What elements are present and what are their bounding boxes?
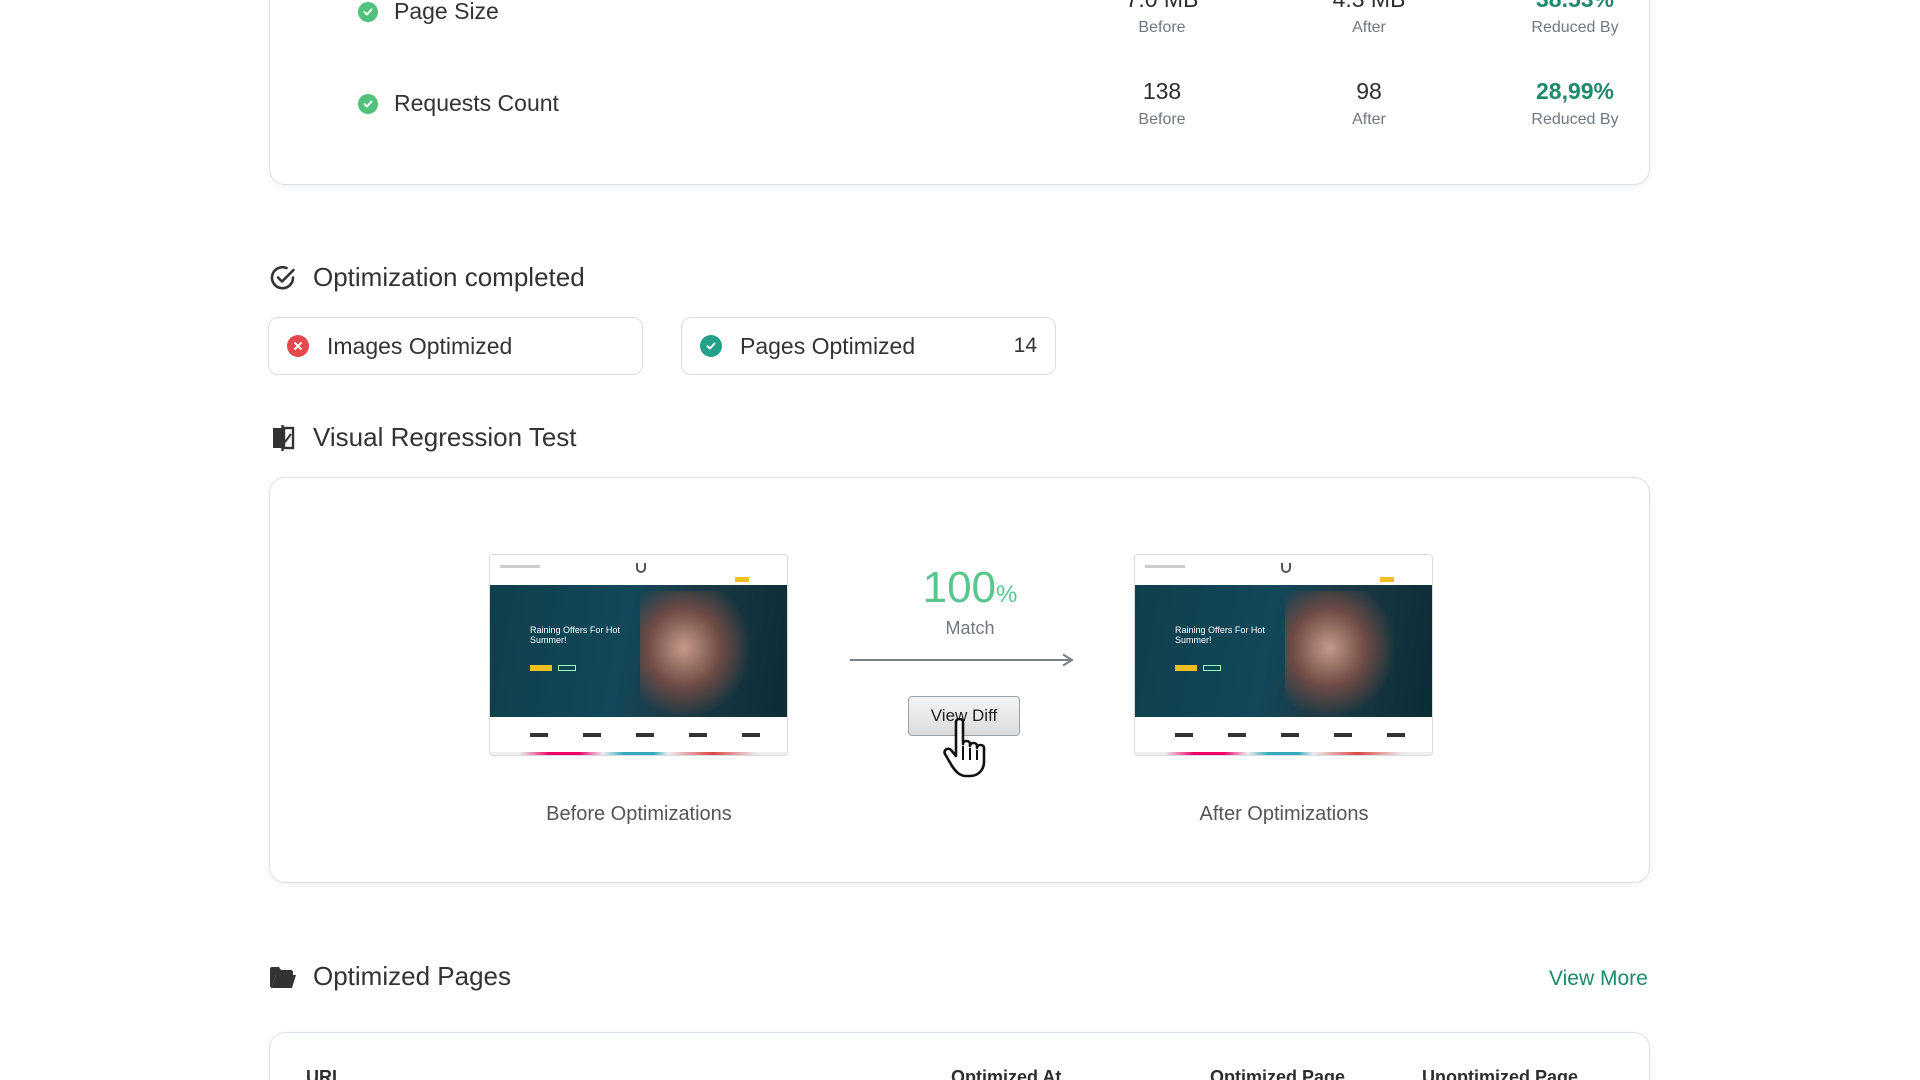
check-outline-icon (269, 264, 297, 292)
metric-before: 138 Before (1062, 78, 1262, 129)
images-optimized-pill[interactable]: Images Optimized (268, 317, 643, 375)
metric-before: 7.0 MB Before (1062, 0, 1262, 37)
thumbnail-hero-text: Raining Offers For Hot Summer! (1175, 625, 1265, 645)
thumbnail-hero-text: Raining Offers For Hot Summer! (530, 625, 620, 645)
thumbnail-nav (490, 555, 787, 585)
thumbnail-hero-image (1285, 591, 1395, 717)
thumbnail-logos (1175, 733, 1405, 739)
thumbnail-logo (636, 563, 646, 573)
column-header-unoptimized-page[interactable]: Unoptimized Page (1422, 1067, 1578, 1080)
column-header-url[interactable]: URL (306, 1067, 343, 1080)
after-caption: After Optimizations (1199, 803, 1369, 825)
metric-reduced: 38.53% Reduced By (1475, 0, 1675, 37)
thumbnail-logo (1281, 563, 1291, 573)
match-unit: % (996, 581, 1018, 608)
pages-optimized-pill[interactable]: Pages Optimized 14 (681, 317, 1056, 375)
optimized-pages-table: URL Optimized At Optimized Page Unoptimi… (269, 1032, 1650, 1080)
match-value: 100 (922, 563, 997, 612)
metric-after-value: 4.3 MB (1269, 0, 1469, 13)
thumbnail-nav-button (735, 577, 749, 582)
column-header-optimized-page[interactable]: Optimized Page (1210, 1067, 1345, 1080)
arrow-right-icon (850, 653, 1074, 667)
metric-reduced-label: Reduced By (1531, 111, 1619, 128)
column-header-optimized-at[interactable]: Optimized At (951, 1067, 1061, 1080)
thumbnail-hero-button (530, 665, 552, 671)
thumbnail-nav-bar (500, 565, 540, 568)
metric-before-value: 138 (1142, 78, 1182, 104)
view-more-link[interactable]: View More (1549, 967, 1648, 991)
thumbnail-logos (530, 733, 760, 739)
section-title: Optimization completed (313, 262, 585, 292)
check-circle-icon (700, 335, 722, 357)
thumbnail-nav-bar (1145, 565, 1185, 568)
thumbnail-hero-button-secondary (1203, 665, 1221, 671)
pill-label: Pages Optimized (740, 332, 916, 359)
metric-reduced-value: 38.53% (1475, 0, 1675, 13)
metric-before-label: Before (1138, 19, 1186, 36)
match-label: Match (945, 618, 995, 638)
metric-before-value: 7.0 MB (1062, 0, 1262, 13)
hand-cursor-icon (943, 717, 986, 778)
before-caption: Before Optimizations (546, 803, 732, 825)
compare-icon (269, 424, 297, 452)
metrics-card: Page Size 7.0 MB Before 4.3 MB After 38.… (269, 0, 1650, 185)
section-title: Visual Regression Test (313, 422, 577, 452)
visual-regression-heading: Visual Regression Test (269, 422, 577, 453)
before-screenshot[interactable]: Raining Offers For Hot Summer! (489, 554, 788, 756)
check-circle-icon (358, 2, 378, 22)
pages-count: 14 (1013, 334, 1037, 357)
metric-reduced: 28,99% Reduced By (1475, 78, 1675, 129)
thumbnail-hero-button (1175, 665, 1197, 671)
metric-after-label: After (1352, 111, 1386, 128)
thumbnail-strip (1135, 752, 1432, 755)
error-circle-icon (287, 335, 309, 357)
after-screenshot[interactable]: Raining Offers For Hot Summer! (1134, 554, 1433, 756)
visual-regression-card: Raining Offers For Hot Summer! 100% Matc… (269, 477, 1650, 883)
metric-reduced-label: Reduced By (1531, 19, 1619, 36)
metric-row-page-size: Page Size 7.0 MB Before 4.3 MB After 38.… (270, 0, 1649, 50)
metric-after-label: After (1352, 19, 1386, 36)
metric-row-requests-count: Requests Count 138 Before 98 After 28,99… (270, 72, 1649, 142)
metric-before-label: Before (1138, 111, 1186, 128)
metric-after: 98 After (1269, 78, 1469, 129)
thumbnail-nav-button (1380, 577, 1394, 582)
thumbnail-strip (490, 752, 787, 755)
thumbnail-hero-button-secondary (558, 665, 576, 671)
pill-label: Images Optimized (327, 332, 513, 359)
metric-label: Requests Count (394, 90, 559, 116)
thumbnail-hero-image (640, 591, 750, 717)
folder-icon (269, 963, 297, 991)
check-circle-icon (358, 94, 378, 114)
thumbnail-nav (1135, 555, 1432, 585)
metric-label: Page Size (394, 0, 499, 24)
metric-after-value: 98 (1356, 78, 1382, 104)
section-title: Optimized Pages (313, 961, 511, 991)
metric-reduced-value: 28,99% (1535, 78, 1614, 104)
optimized-pages-heading: Optimized Pages (269, 961, 511, 992)
match-percentage: 100% (890, 563, 1050, 613)
optimization-heading: Optimization completed (269, 262, 585, 293)
metric-after: 4.3 MB After (1269, 0, 1469, 37)
